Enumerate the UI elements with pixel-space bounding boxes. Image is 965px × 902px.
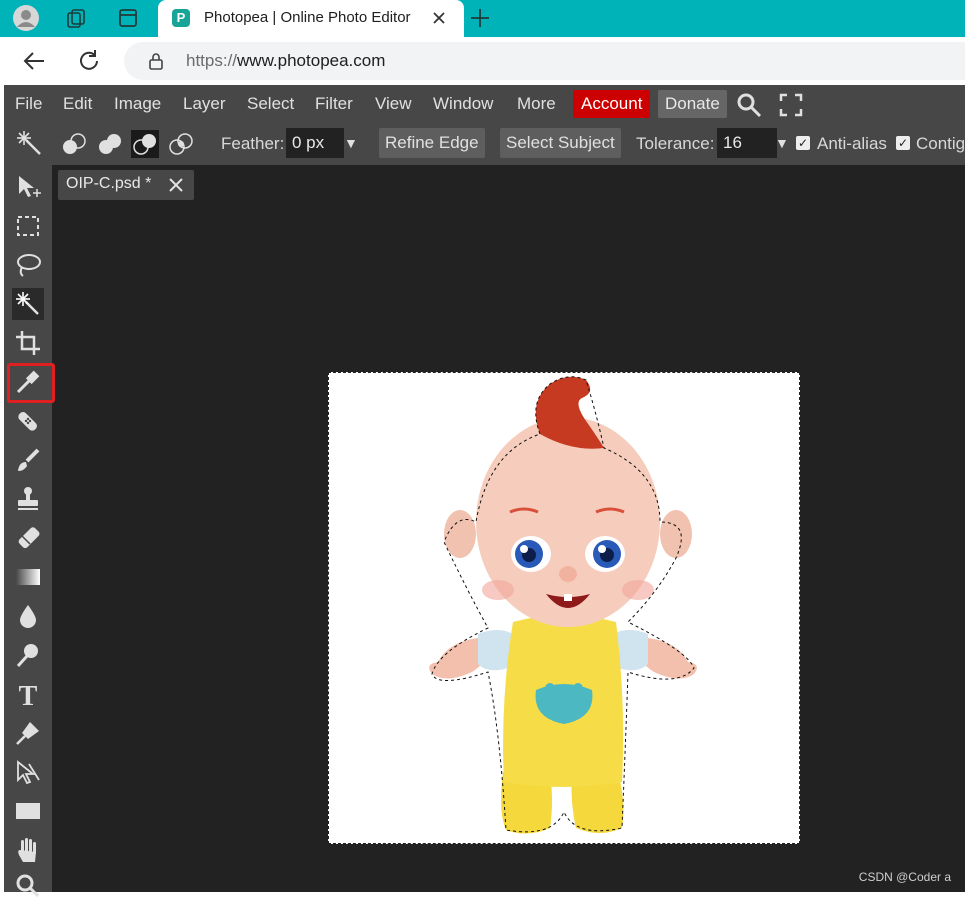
- anti-alias-checkbox[interactable]: ✓: [796, 136, 810, 150]
- fullscreen-icon[interactable]: [777, 91, 805, 119]
- document-tab[interactable]: OIP-C.psd *: [58, 170, 194, 200]
- donate-button[interactable]: Donate: [658, 90, 727, 118]
- add-selection-icon[interactable]: [96, 130, 124, 158]
- document-canvas[interactable]: [328, 372, 800, 844]
- lasso-tool-icon[interactable]: [12, 249, 44, 281]
- eraser-tool-icon[interactable]: [12, 522, 44, 554]
- zoom-tool-icon[interactable]: [12, 870, 44, 902]
- document-tab-title: OIP-C.psd *: [66, 175, 152, 192]
- tolerance-input[interactable]: 16: [717, 128, 777, 158]
- contiguous-label: Contig: [916, 134, 965, 153]
- tolerance-dropdown-icon[interactable]: ▼: [775, 135, 789, 151]
- menu-select[interactable]: Select: [247, 94, 294, 114]
- type-tool-icon[interactable]: T: [12, 678, 44, 710]
- doll-image: [429, 376, 697, 834]
- url-field[interactable]: https://www.photopea.com: [124, 42, 965, 80]
- menu-edit[interactable]: Edit: [63, 94, 92, 114]
- lock-icon[interactable]: [148, 52, 164, 70]
- search-icon[interactable]: [735, 91, 763, 119]
- menu-window[interactable]: Window: [433, 94, 493, 114]
- close-icon[interactable]: [428, 7, 450, 29]
- hand-tool-icon[interactable]: [12, 834, 44, 866]
- brush-tool-icon[interactable]: [12, 444, 44, 476]
- active-tool-highlight: [7, 363, 55, 403]
- magic-wand-tool-icon[interactable]: [12, 288, 44, 320]
- menu-bar: File Edit Image Layer Select Filter View…: [4, 85, 965, 123]
- feather-label: Feather:: [221, 134, 285, 153]
- account-button[interactable]: Account: [573, 90, 651, 118]
- refresh-icon[interactable]: [75, 47, 103, 75]
- url-text: https://www.photopea.com: [186, 51, 385, 71]
- photopea-app: File Edit Image Layer Select Filter View…: [4, 85, 965, 898]
- blur-tool-icon[interactable]: [12, 600, 44, 632]
- marquee-tool-icon[interactable]: [12, 210, 44, 242]
- menu-layer[interactable]: Layer: [183, 94, 226, 114]
- address-bar: https://www.photopea.com: [0, 37, 965, 85]
- dodge-tool-icon[interactable]: [12, 639, 44, 671]
- refine-edge-button[interactable]: Refine Edge: [379, 128, 485, 158]
- tolerance-label: Tolerance:: [636, 134, 715, 153]
- subtract-selection-icon[interactable]: [131, 130, 159, 158]
- svg-text:T: T: [19, 681, 38, 708]
- gradient-tool-icon[interactable]: [12, 561, 44, 593]
- pen-tool-icon[interactable]: [12, 717, 44, 749]
- url-host: www.photopea.com: [237, 51, 386, 70]
- crop-tool-icon[interactable]: [12, 327, 44, 359]
- browser-tab-active[interactable]: P Photopea | Online Photo Editor: [158, 0, 464, 37]
- intersect-selection-icon[interactable]: [167, 130, 195, 158]
- feather-dropdown-icon[interactable]: ▼: [344, 135, 358, 151]
- workspace-icon[interactable]: [114, 4, 142, 32]
- new-selection-icon[interactable]: [60, 130, 88, 158]
- path-select-tool-icon[interactable]: [12, 756, 44, 788]
- menu-view[interactable]: View: [375, 94, 412, 114]
- anti-alias-label: Anti-alias: [817, 134, 887, 153]
- browser-tab-strip: P Photopea | Online Photo Editor: [0, 0, 965, 37]
- back-icon[interactable]: [20, 47, 48, 75]
- close-icon[interactable]: [168, 177, 184, 193]
- shape-tool-icon[interactable]: [12, 795, 44, 827]
- move-tool-icon[interactable]: [12, 171, 44, 203]
- menu-more[interactable]: More: [517, 94, 556, 114]
- new-tab-icon[interactable]: [466, 4, 494, 32]
- contiguous-checkbox[interactable]: ✓: [896, 136, 910, 150]
- menu-filter[interactable]: Filter: [315, 94, 353, 114]
- tool-options-bar: Feather: 0 px ▼ Refine Edge Select Subje…: [4, 123, 965, 165]
- menu-file[interactable]: File: [15, 94, 42, 114]
- watermark-text: CSDN @Coder a: [858, 870, 951, 884]
- magic-wand-preset-icon[interactable]: [16, 130, 44, 158]
- collections-icon[interactable]: [62, 4, 90, 32]
- healing-tool-icon[interactable]: [12, 405, 44, 437]
- tab-title: Photopea | Online Photo Editor: [204, 9, 411, 26]
- select-subject-button[interactable]: Select Subject: [500, 128, 621, 158]
- tool-palette: T: [4, 165, 55, 898]
- url-scheme: https://: [186, 51, 238, 70]
- menu-image[interactable]: Image: [114, 94, 161, 114]
- photopea-favicon-icon: P: [172, 9, 190, 27]
- clone-stamp-tool-icon[interactable]: [12, 483, 44, 515]
- profile-icon[interactable]: [12, 4, 40, 32]
- feather-input[interactable]: 0 px: [286, 128, 344, 158]
